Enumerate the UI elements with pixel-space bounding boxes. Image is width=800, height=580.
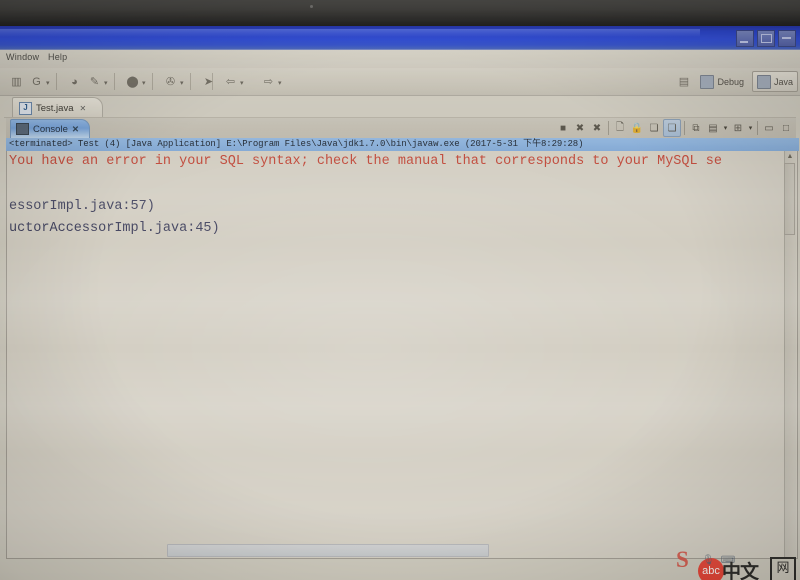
- menu-item-help[interactable]: Help: [48, 52, 67, 62]
- console-toolbar-separator: [757, 121, 758, 135]
- editor-tab-test-java[interactable]: J Test.java ✕: [12, 97, 104, 118]
- mic-icon[interactable]: 🎙: [702, 555, 715, 566]
- ime-toolbar: S abc 🎙 ⌨ 中文 网: [676, 540, 796, 580]
- editor-tab-label: Test.java: [36, 102, 74, 114]
- terminate-icon[interactable]: ■: [555, 120, 571, 136]
- search-icon[interactable]: ✎: [86, 73, 103, 90]
- console-trace-line[interactable]: essorImpl.java:57): [9, 199, 155, 214]
- perspective-java[interactable]: Java: [751, 71, 798, 92]
- debug-dropdown-arrow[interactable]: ▾: [180, 80, 187, 87]
- perspective-debug[interactable]: Debug: [696, 72, 748, 91]
- new-console-view-icon[interactable]: ⊞: [730, 120, 746, 136]
- ime-language-label[interactable]: 中文: [722, 557, 759, 580]
- console-toolbar-separator: [608, 121, 609, 135]
- back-icon[interactable]: ⇦: [222, 73, 239, 90]
- perspective-switcher: ▤ Debug Java: [675, 71, 798, 92]
- scroll-lock-icon[interactable]: 🔒: [629, 120, 645, 136]
- console-tab-row: Console ✕ ■ ✖ ✖ 🗋 🔒 ❏ ❏ ⧉ ▤ ▾ ⊞ ▾ ▭ □: [6, 118, 796, 138]
- console-view: Console ✕ ■ ✖ ✖ 🗋 🔒 ❏ ❏ ⧉ ▤ ▾ ⊞ ▾ ▭ □ <t…: [6, 118, 799, 559]
- toolbar-separator: [114, 73, 115, 90]
- new-wizard-icon[interactable]: ▥: [8, 73, 25, 90]
- save-icon[interactable]: G: [28, 73, 45, 90]
- menubar: Window Help: [0, 50, 800, 69]
- open-console-icon[interactable]: ⧉: [688, 120, 704, 136]
- java-file-icon: J: [19, 101, 32, 115]
- editor-area: J Test.java ✕: [4, 96, 796, 118]
- console-toolbar: ■ ✖ ✖ 🗋 🔒 ❏ ❏ ⧉ ▤ ▾ ⊞ ▾ ▭ □: [555, 119, 794, 137]
- save-dropdown-arrow[interactable]: ▾: [46, 80, 53, 87]
- console-horizontal-scrollbar[interactable]: [167, 544, 489, 557]
- remove-launch-icon[interactable]: ✖: [572, 120, 588, 136]
- maximize-button[interactable]: [757, 30, 775, 47]
- sogou-logo-icon[interactable]: S: [676, 548, 700, 572]
- toolbar-separator: [56, 73, 57, 90]
- display-console-dropdown-arrow[interactable]: ▾: [722, 124, 729, 132]
- search-dropdown-arrow[interactable]: ▾: [104, 80, 111, 87]
- next-annotation-icon[interactable]: ➤: [200, 73, 217, 90]
- debug-perspective-icon: [700, 74, 715, 89]
- back-dropdown-arrow[interactable]: ▾: [240, 80, 247, 87]
- clear-console-icon[interactable]: 🗋: [612, 120, 628, 136]
- console-tab-label: Console: [33, 123, 68, 135]
- menu-item-window[interactable]: Window: [6, 52, 39, 62]
- run-dropdown-arrow[interactable]: ▾: [142, 80, 149, 87]
- window-controls: [736, 30, 796, 47]
- open-perspective-icon[interactable]: ▤: [675, 73, 692, 90]
- print-icon[interactable]: ◕: [66, 73, 83, 90]
- forward-dropdown-arrow[interactable]: ▾: [278, 80, 285, 87]
- minimize-button[interactable]: [736, 30, 754, 47]
- console-icon: [16, 123, 29, 135]
- remove-all-terminated-icon[interactable]: ✖: [589, 120, 605, 136]
- console-error-line: You have an error in your SQL syntax; ch…: [9, 154, 722, 169]
- bezel-speck: [310, 5, 313, 8]
- new-console-dropdown-arrow[interactable]: ▾: [747, 124, 754, 132]
- monitor-photo: Window Help ▥ G ▾ ◕ ✎ ▾ ⬤ ▾ ✇ ▾ ➤ ⇦ ▾ ⇨ …: [0, 0, 800, 580]
- console-toolbar-separator: [684, 121, 685, 135]
- perspective-java-label: Java: [773, 76, 793, 87]
- run-icon[interactable]: ⬤: [124, 73, 141, 90]
- perspective-debug-label: Debug: [717, 76, 744, 87]
- toolbar-separator: [190, 73, 191, 90]
- close-icon[interactable]: ✕: [72, 124, 79, 135]
- ime-network-icon[interactable]: 网: [770, 557, 796, 580]
- close-icon[interactable]: ✕: [80, 104, 87, 113]
- minimize-view-icon[interactable]: ▭: [761, 120, 777, 136]
- titlebar-sheen: [0, 29, 700, 37]
- console-launch-config: <terminated> Test (4) [Java Application]…: [6, 138, 799, 151]
- java-perspective-icon: [756, 74, 771, 89]
- debug-icon[interactable]: ✇: [162, 73, 179, 90]
- toolbar-separator: [152, 73, 153, 90]
- display-selected-console-icon[interactable]: ▤: [705, 120, 721, 136]
- close-button[interactable]: [778, 30, 796, 47]
- main-toolbar: ▥ G ▾ ◕ ✎ ▾ ⬤ ▾ ✇ ▾ ➤ ⇦ ▾ ⇨ ▾ ▤ Debug Ja…: [0, 68, 800, 96]
- scroll-up-arrow-icon[interactable]: ▲: [785, 152, 795, 162]
- monitor-bezel: [0, 0, 800, 26]
- console-output[interactable]: You have an error in your SQL syntax; ch…: [6, 151, 798, 559]
- maximize-view-icon[interactable]: □: [778, 120, 794, 136]
- scrollbar-thumb[interactable]: [784, 163, 795, 235]
- window-titlebar[interactable]: [0, 26, 800, 50]
- word-wrap-icon[interactable]: ❏: [646, 120, 662, 136]
- forward-icon[interactable]: ⇨: [260, 73, 277, 90]
- console-tab[interactable]: Console ✕: [10, 119, 90, 138]
- pin-console-icon[interactable]: ❏: [663, 119, 681, 137]
- console-trace-line[interactable]: uctorAccessorImpl.java:45): [9, 221, 220, 236]
